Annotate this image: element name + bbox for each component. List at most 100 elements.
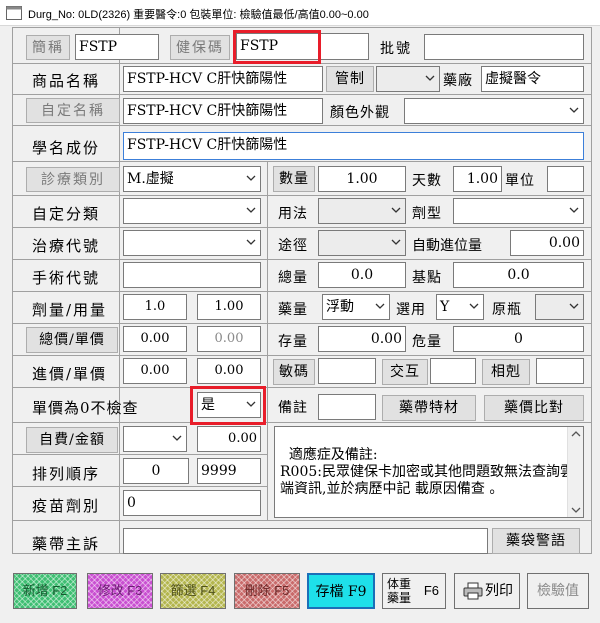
dose-input[interactable]: 1.0: [123, 294, 187, 320]
grid-line: [13, 94, 591, 95]
auto-round-label: 自動進位量: [412, 238, 482, 254]
dosage-form-select[interactable]: [453, 198, 584, 224]
indication-text: 適應症及備註: R005:民眾健保卡加密或其他問題致無法查詢雲端資訊,並於病歷中…: [280, 447, 574, 497]
order-input[interactable]: 0: [123, 458, 189, 484]
selfpay-amount-input[interactable]: 0.00: [197, 426, 261, 452]
control-select[interactable]: [376, 66, 440, 92]
qty-button[interactable]: 數量: [273, 166, 315, 192]
category-select[interactable]: M.虛擬: [123, 166, 261, 192]
interact-input[interactable]: [430, 358, 476, 384]
category-label[interactable]: 診療類別: [26, 167, 120, 192]
lab-value-button[interactable]: 檢驗值: [527, 573, 589, 609]
auto-round-input[interactable]: 0.00: [510, 230, 584, 256]
add-button[interactable]: 新增 F2: [13, 573, 77, 609]
bag-label: 藥量: [278, 302, 308, 318]
scroll-down-icon[interactable]: [571, 506, 581, 514]
danger-label: 危量: [412, 334, 442, 350]
weight-dose-button[interactable]: 体重 藥量 F6: [382, 573, 446, 609]
chevron-down-icon: [469, 303, 479, 309]
nhi-code-label[interactable]: 健保碼: [170, 35, 230, 60]
conflict-button[interactable]: 相剋: [482, 359, 530, 385]
surgery-code-input[interactable]: [123, 262, 261, 288]
selfpay-select[interactable]: [123, 426, 187, 452]
chevron-down-icon: [569, 303, 579, 309]
grid-line: [13, 454, 267, 455]
selfpay-button[interactable]: 自費/金額: [26, 427, 118, 453]
unit-input[interactable]: [547, 166, 584, 192]
generic-input[interactable]: FSTP-HCV C肝快篩陽性: [123, 132, 584, 160]
total-price-input[interactable]: 0.00: [123, 326, 187, 352]
short-name-label[interactable]: 簡稱: [26, 35, 70, 60]
grid-line: [13, 227, 591, 228]
grid-line: [119, 162, 120, 522]
short-name-input[interactable]: FSTP: [75, 34, 159, 60]
weight-label: 体重: [387, 577, 412, 591]
grid-line: [13, 161, 591, 162]
filter-button[interactable]: 篩選 F4: [160, 573, 226, 609]
grid-line: [13, 125, 591, 126]
base-point-label: 基點: [412, 270, 442, 286]
scrollbar[interactable]: [567, 427, 583, 517]
print-button[interactable]: 列印: [454, 573, 520, 609]
original-select[interactable]: [535, 294, 584, 320]
grid-line: [13, 387, 591, 388]
chevron-down-icon: [246, 175, 256, 181]
delete-button[interactable]: 刪除 F5: [234, 573, 300, 609]
warning-button[interactable]: 藥袋警語: [492, 528, 580, 554]
batch-label: 批號: [380, 41, 412, 57]
bag-type-select[interactable]: 浮動: [322, 294, 390, 320]
danger-input[interactable]: 0: [453, 326, 584, 352]
total-qty-input[interactable]: 0.0: [318, 262, 406, 288]
title-bar: Durg_No: 0LD(2326) 重要醫令:0 包裝單位: 檢驗值最低/高值…: [0, 0, 600, 26]
vaccine-label: 疫苗劑別: [32, 497, 101, 515]
allergy-input[interactable]: [318, 358, 376, 384]
custom-name-label[interactable]: 自定名稱: [26, 98, 120, 123]
manufacturer-input[interactable]: 虛擬醫令: [481, 66, 584, 92]
purchase-total-input[interactable]: 0.00: [123, 358, 187, 384]
grid-line: [13, 520, 591, 521]
base-point-input[interactable]: 0.0: [453, 262, 584, 288]
option-value: Y: [440, 299, 450, 315]
unit-price-input[interactable]: 0.00: [197, 326, 261, 352]
product-name-input[interactable]: FSTP-HCV C肝快篩陽性: [123, 66, 323, 92]
grid-line: [267, 162, 268, 520]
scroll-up-icon[interactable]: [571, 430, 581, 438]
option-select[interactable]: Y: [436, 294, 484, 320]
indication-textarea[interactable]: 適應症及備註: R005:民眾健保卡加密或其他問題致無法查詢雲端資訊,並於病歷中…: [274, 426, 584, 518]
days-input[interactable]: 1.00: [453, 166, 502, 192]
highlight-box: [233, 30, 321, 64]
treatment-code-select[interactable]: [123, 230, 261, 256]
compare-button[interactable]: 藥價比對: [484, 395, 584, 421]
dose2-input[interactable]: 1.00: [197, 294, 261, 320]
carrier-button[interactable]: 藥帶特材: [382, 395, 476, 421]
chevron-down-icon: [246, 207, 256, 213]
allergy-button[interactable]: 敏碼: [273, 359, 315, 385]
qty-input[interactable]: 1.00: [318, 166, 406, 192]
stock-input[interactable]: 0.00: [318, 326, 406, 352]
vaccine-input[interactable]: 0: [123, 490, 261, 516]
custom-name-input[interactable]: FSTP-HCV C肝快篩陽性: [123, 98, 323, 124]
save-button[interactable]: 存檔 F9: [307, 573, 375, 609]
window-title: Durg_No: 0LD(2326) 重要醫令:0 包裝單位: 檢驗值最低/高值…: [28, 9, 369, 21]
price-button[interactable]: 總價/單價: [26, 327, 118, 353]
purchase-unit-input[interactable]: 0.00: [197, 358, 261, 384]
grid-line: [13, 422, 591, 423]
chevron-down-icon: [569, 207, 579, 213]
control-button[interactable]: 管制: [326, 66, 374, 92]
edit-button[interactable]: 修改 F3: [87, 573, 153, 609]
appearance-select[interactable]: [404, 98, 584, 124]
usage-select[interactable]: [318, 198, 406, 224]
batch-input[interactable]: [424, 34, 584, 60]
dosage-form-label: 劑型: [412, 206, 442, 222]
note-input[interactable]: [318, 394, 376, 420]
f6-key: F6: [423, 583, 439, 598]
conflict-input[interactable]: [536, 358, 584, 384]
route-select[interactable]: [318, 230, 406, 256]
complaint-input[interactable]: [123, 528, 488, 554]
order2-input[interactable]: 9999: [197, 458, 261, 484]
interact-button[interactable]: 交互: [382, 359, 428, 385]
appearance-label: 顏色外觀: [330, 105, 390, 121]
custom-class-select[interactable]: [123, 198, 261, 224]
grid-line: [13, 291, 591, 292]
app-icon: [6, 6, 22, 20]
